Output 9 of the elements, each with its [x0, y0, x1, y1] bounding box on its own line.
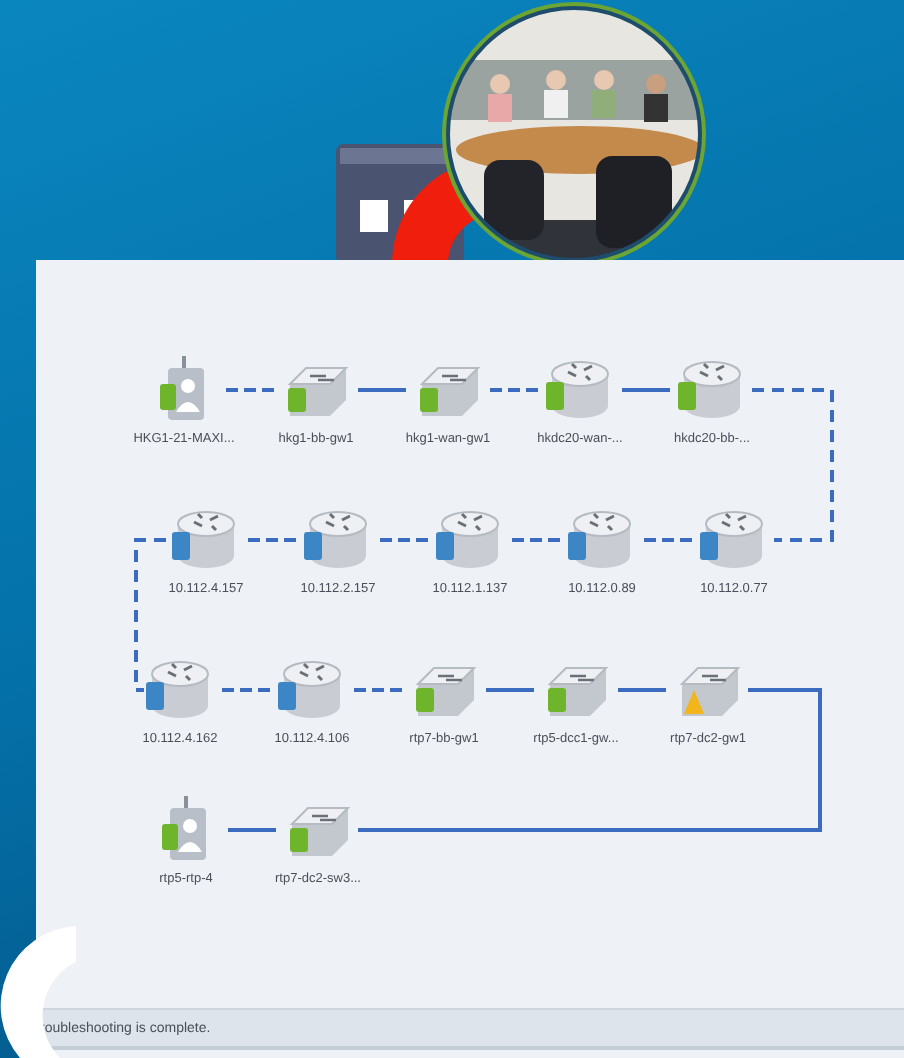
router-icon[interactable] — [304, 506, 372, 574]
router-icon[interactable] — [546, 356, 614, 424]
router-icon[interactable] — [146, 656, 214, 724]
router-icon[interactable] — [700, 506, 768, 574]
router-icon[interactable] — [436, 506, 504, 574]
router-icon[interactable] — [678, 356, 746, 424]
router-icon[interactable] — [278, 656, 346, 724]
router-icon[interactable] — [568, 506, 636, 574]
router-icon[interactable] — [172, 506, 240, 574]
